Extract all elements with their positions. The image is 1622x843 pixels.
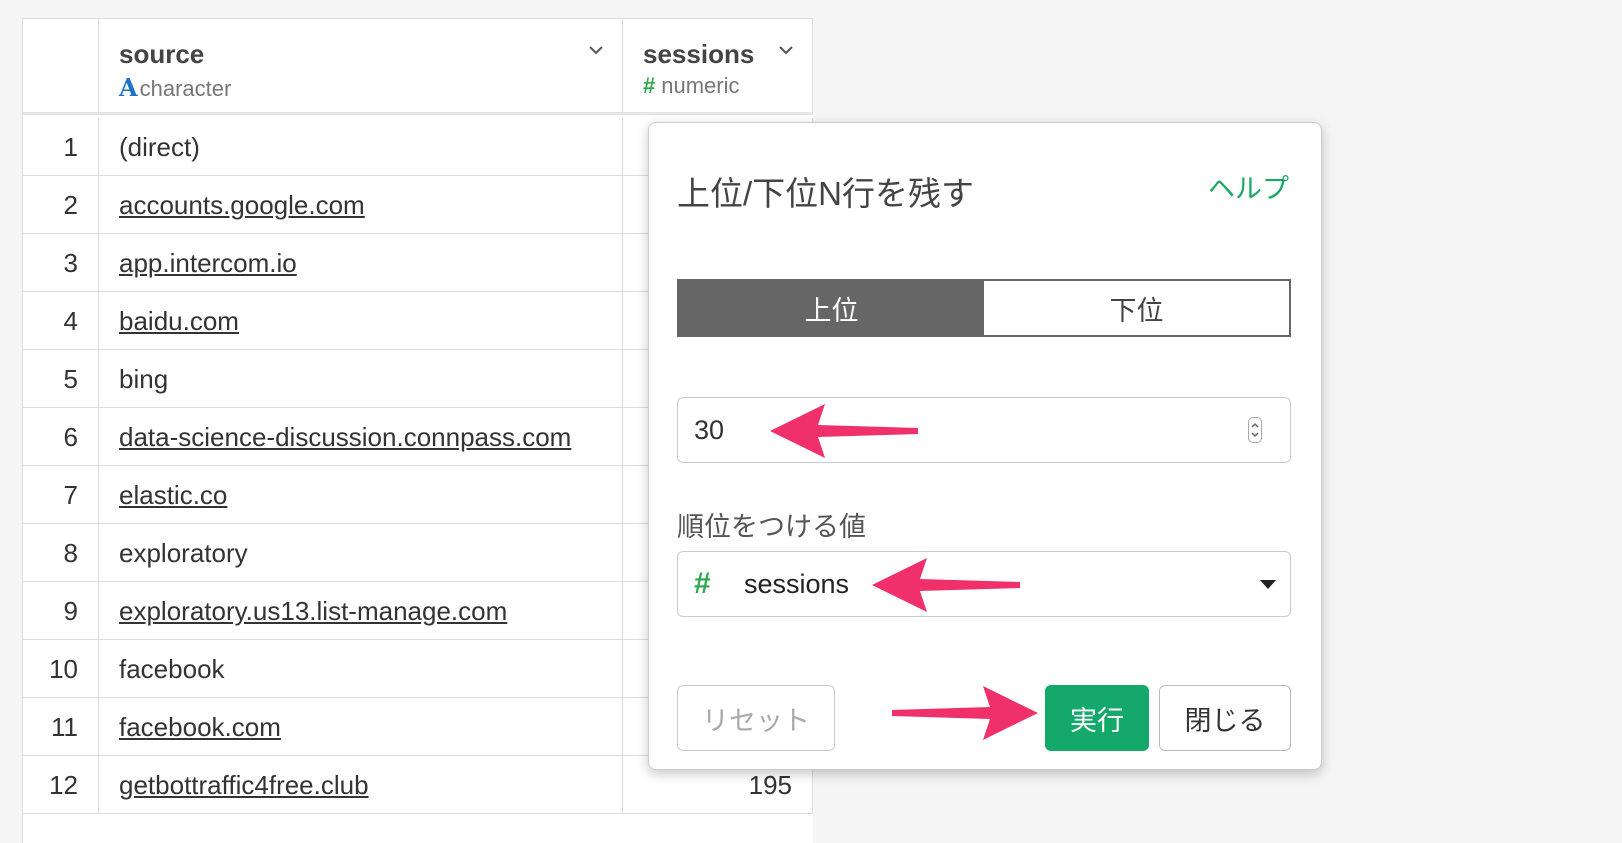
- row-index: 6: [23, 408, 99, 465]
- column-type-label: character: [139, 76, 232, 101]
- chevron-down-icon[interactable]: [589, 43, 603, 57]
- row-index: 11: [23, 698, 99, 755]
- numeric-type-icon: #: [694, 567, 711, 600]
- row-index: 9: [23, 582, 99, 639]
- column-type: Acharacter: [119, 73, 231, 102]
- source-link[interactable]: exploratory.us13.list-manage.com: [99, 582, 623, 639]
- rank-column-value: sessions: [744, 569, 850, 599]
- row-index: 5: [23, 350, 99, 407]
- source-link[interactable]: accounts.google.com: [99, 176, 623, 233]
- annotation-arrow-icon: [892, 686, 1038, 740]
- row-index: 12: [23, 756, 99, 813]
- chevron-down-icon[interactable]: [779, 43, 793, 57]
- row-index: 8: [23, 524, 99, 581]
- source-link[interactable]: baidu.com: [99, 292, 623, 349]
- column-header-sessions[interactable]: sessions # numeric: [623, 19, 813, 115]
- source-link[interactable]: elastic.co: [99, 466, 623, 523]
- column-header-source[interactable]: source Acharacter: [99, 19, 623, 115]
- reset-button[interactable]: リセット: [677, 685, 835, 751]
- character-type-icon: A: [119, 73, 138, 102]
- rank-column-label: 順位をつける値: [677, 512, 866, 542]
- numeric-type-icon: #: [643, 73, 656, 98]
- row-index-header: [23, 19, 99, 115]
- help-link[interactable]: ヘルプ: [1208, 167, 1289, 206]
- source-cell: (direct): [99, 118, 623, 175]
- column-name: sessions: [643, 39, 755, 69]
- source-link[interactable]: app.intercom.io: [99, 234, 623, 291]
- toggle-top-button[interactable]: 上位: [679, 281, 984, 335]
- toggle-bottom-button[interactable]: 下位: [984, 281, 1289, 335]
- source-link[interactable]: data-science-discussion.connpass.com: [99, 408, 623, 465]
- row-index: 7: [23, 466, 99, 523]
- top-n-rows-dialog: 上位/下位N行を残す ヘルプ 上位 下位 30 順位をつける値 # sessio…: [648, 122, 1322, 770]
- row-index: 1: [23, 118, 99, 175]
- n-rows-value: 30: [694, 415, 725, 445]
- source-cell: exploratory: [99, 524, 623, 581]
- source-cell: bing: [99, 350, 623, 407]
- annotation-arrow-icon: [872, 558, 1020, 612]
- source-link[interactable]: facebook.com: [99, 698, 623, 755]
- row-index: 2: [23, 176, 99, 233]
- top-bottom-toggle: 上位 下位: [677, 279, 1291, 337]
- close-button[interactable]: 閉じる: [1159, 685, 1291, 751]
- source-link[interactable]: getbottraffic4free.club: [99, 756, 623, 813]
- column-type: # numeric: [643, 73, 740, 99]
- stepper-icon[interactable]: [1248, 417, 1262, 443]
- row-index: 3: [23, 234, 99, 291]
- annotation-arrow-icon: [770, 404, 918, 458]
- row-index: 4: [23, 292, 99, 349]
- column-name: source: [119, 39, 205, 69]
- source-cell: facebook: [99, 640, 623, 697]
- dialog-title: 上位/下位N行を残す: [677, 175, 974, 212]
- column-type-label: numeric: [661, 73, 740, 98]
- row-index: 10: [23, 640, 99, 697]
- caret-down-icon: [1260, 580, 1276, 589]
- run-button[interactable]: 実行: [1045, 685, 1149, 751]
